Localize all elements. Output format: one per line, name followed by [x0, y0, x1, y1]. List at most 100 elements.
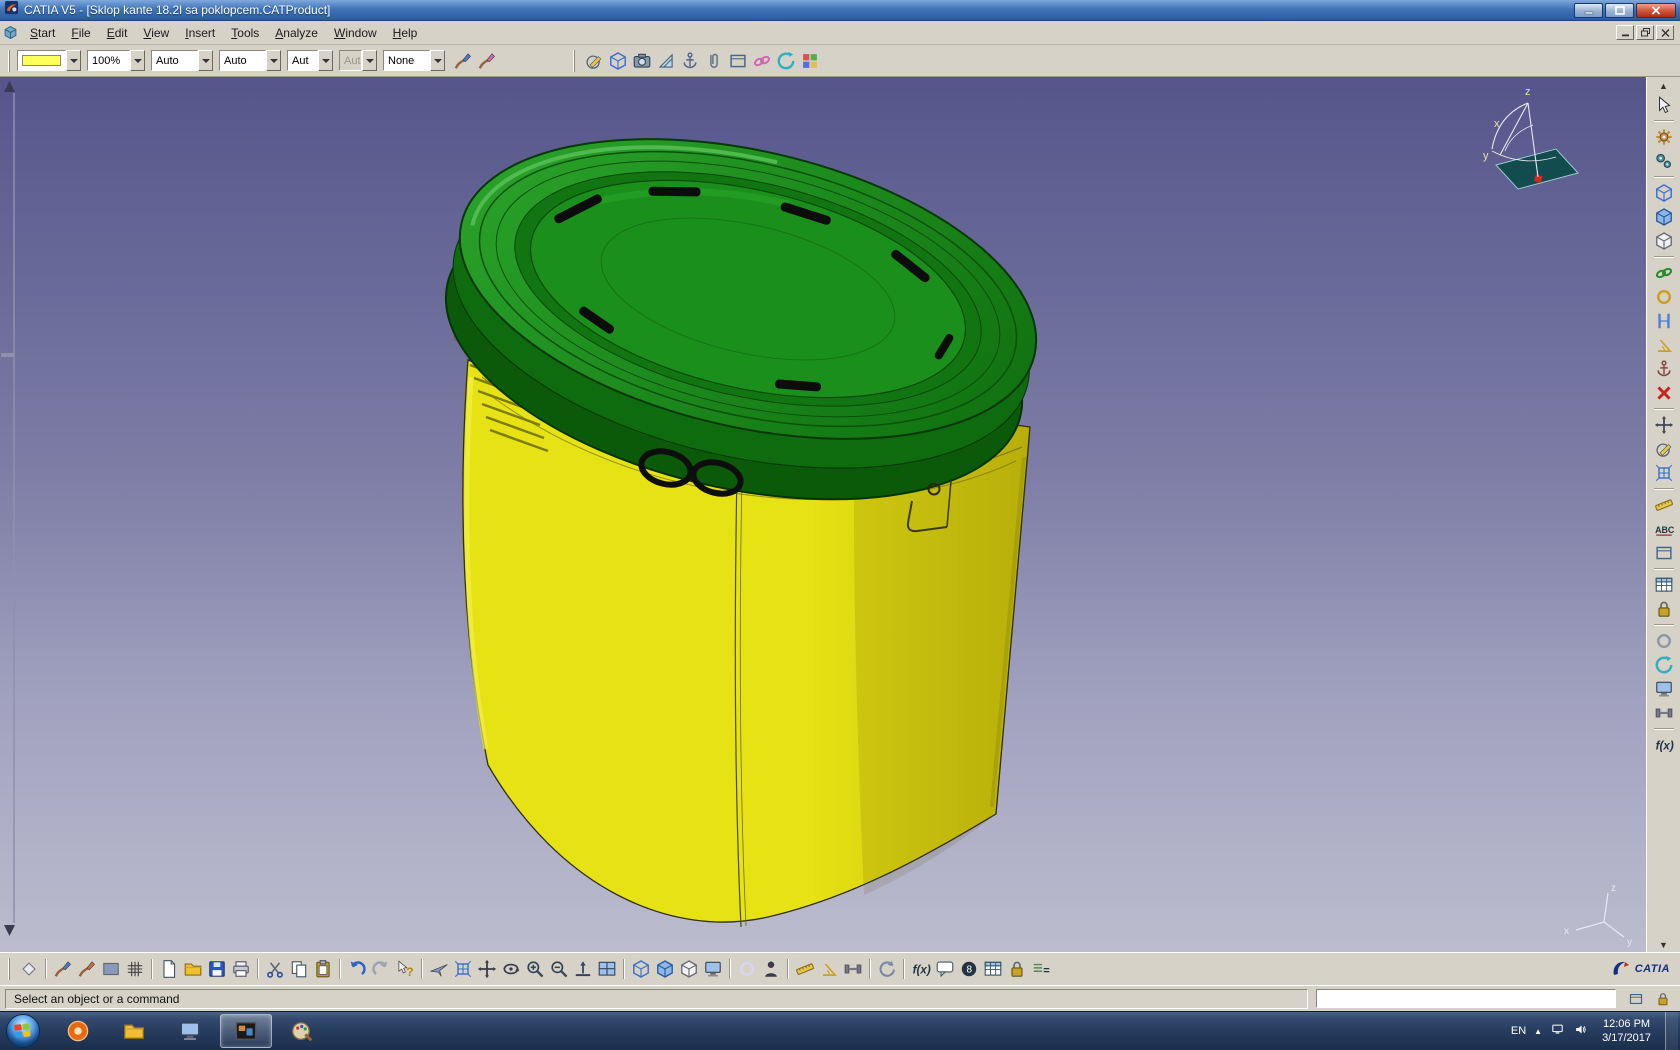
scroll-down-arrow[interactable]	[4, 925, 15, 936]
tray-expand-icon[interactable]: ▲	[1534, 1027, 1542, 1036]
scene-canvas[interactable]: z x y z x y	[0, 77, 1646, 952]
fill-color-combo[interactable]	[17, 50, 81, 71]
shading-icon[interactable]	[653, 957, 677, 981]
taskbar-paint[interactable]	[276, 1014, 328, 1048]
point-symbol-combo[interactable]: Aut	[287, 50, 333, 71]
menu-edit[interactable]: Edit	[99, 23, 136, 43]
anchor-constraint-icon[interactable]	[1652, 357, 1676, 381]
language-indicator[interactable]: EN	[1511, 1025, 1526, 1037]
operator-icon[interactable]	[759, 957, 783, 981]
lock-icon[interactable]	[1651, 987, 1675, 1011]
layer-value[interactable]: None	[383, 50, 430, 71]
contact-constraint-icon[interactable]	[1652, 285, 1676, 309]
fly-icon[interactable]	[427, 957, 451, 981]
point-symbol-value[interactable]: Aut	[287, 50, 318, 71]
taskbar-image-viewer[interactable]	[220, 1014, 272, 1048]
clock[interactable]: 12:06 PM 3/17/2017	[1596, 1017, 1657, 1046]
tree-window-icon[interactable]	[701, 957, 725, 981]
explode-icon[interactable]	[1652, 461, 1676, 485]
link-icon[interactable]	[750, 49, 774, 73]
menu-view[interactable]: View	[135, 23, 177, 43]
rail-scroll-up[interactable]: ▲	[1659, 79, 1668, 93]
tree-window-icon[interactable]	[1652, 677, 1676, 701]
formula-icon[interactable]: f(x)	[909, 957, 933, 981]
graphic-list-icon[interactable]	[99, 957, 123, 981]
existing-component-icon[interactable]	[1652, 229, 1676, 253]
rail-scroll-down[interactable]: ▼	[1659, 938, 1668, 952]
wireframe-icon[interactable]	[629, 957, 653, 981]
menu-tools[interactable]: Tools	[223, 23, 267, 43]
redo-icon[interactable]	[369, 957, 393, 981]
compass[interactable]: z x y	[1483, 86, 1578, 189]
fill-color-dropdown-button[interactable]	[66, 50, 81, 71]
point-symbol-dropdown-button[interactable]	[318, 50, 333, 71]
close-button[interactable]	[1636, 3, 1676, 18]
measure-inertia-icon[interactable]	[841, 957, 865, 981]
fill-color-value[interactable]	[17, 50, 66, 71]
sketch-analysis-icon[interactable]	[582, 49, 606, 73]
workbench-gears-icon[interactable]	[1652, 149, 1676, 173]
scroll-up-arrow[interactable]	[4, 81, 15, 92]
line-weight-dropdown-button[interactable]	[198, 50, 213, 71]
menu-insert[interactable]: Insert	[177, 23, 223, 43]
comment-icon[interactable]	[933, 957, 957, 981]
line-type-dropdown-button[interactable]	[266, 50, 281, 71]
opacity-combo[interactable]: 100%	[87, 50, 145, 71]
taskbar-computer[interactable]	[164, 1014, 216, 1048]
menu-analyze[interactable]: Analyze	[267, 23, 326, 43]
render-mode-combo[interactable]: Aut	[339, 50, 377, 71]
layer-combo[interactable]: None	[383, 50, 445, 71]
print-icon[interactable]	[229, 957, 253, 981]
document-icon[interactable]	[3, 25, 18, 40]
taskbar-explorer[interactable]	[108, 1014, 160, 1048]
undo-icon[interactable]	[345, 957, 369, 981]
hidden-line-icon[interactable]	[677, 957, 701, 981]
design-table-icon[interactable]	[981, 957, 1005, 981]
cut-icon[interactable]	[263, 957, 287, 981]
new-document-icon[interactable]	[157, 957, 181, 981]
isometric-view-icon[interactable]	[606, 49, 630, 73]
menu-window[interactable]: Window	[326, 23, 385, 43]
knowledge-ball-icon[interactable]: 8	[957, 957, 981, 981]
scroll-thumb[interactable]	[1, 353, 14, 357]
rotate-icon[interactable]	[499, 957, 523, 981]
normal-view-icon[interactable]	[571, 957, 595, 981]
hide-show-icon[interactable]	[735, 957, 759, 981]
volume-icon[interactable]	[1573, 1023, 1588, 1039]
render-mode-value[interactable]: Aut	[339, 50, 362, 71]
bucket-model[interactable]	[417, 88, 1066, 927]
delete-constraint-icon[interactable]	[1652, 381, 1676, 405]
zoom-out-icon[interactable]	[547, 957, 571, 981]
product-structure-icon[interactable]	[1652, 181, 1676, 205]
painter-icon[interactable]	[451, 49, 475, 73]
menu-help[interactable]: Help	[385, 23, 426, 43]
wizard-brush-icon[interactable]	[475, 49, 499, 73]
start-button[interactable]	[6, 1014, 40, 1048]
angle-constraint-icon[interactable]	[1652, 333, 1676, 357]
select-icon[interactable]	[1652, 93, 1676, 117]
measure-item-icon[interactable]	[817, 957, 841, 981]
layer-dropdown-button[interactable]	[430, 50, 445, 71]
taskbar-media-player[interactable]	[52, 1014, 104, 1048]
measure-icon[interactable]	[1652, 493, 1676, 517]
open-icon[interactable]	[181, 957, 205, 981]
menu-file[interactable]: File	[63, 23, 98, 43]
frame-icon[interactable]	[726, 49, 750, 73]
component-icon[interactable]	[1652, 205, 1676, 229]
update-icon[interactable]	[1652, 125, 1676, 149]
refresh-icon[interactable]	[875, 957, 899, 981]
line-type-combo[interactable]: Auto	[219, 50, 281, 71]
toolbar-grip[interactable]	[573, 50, 578, 72]
show-desktop-button[interactable]	[1665, 1012, 1678, 1050]
opacity-dropdown-button[interactable]	[130, 50, 145, 71]
catalog-icon[interactable]	[1652, 573, 1676, 597]
grid-icon[interactable]	[123, 957, 147, 981]
manipulate-icon[interactable]	[1652, 413, 1676, 437]
paste-icon[interactable]	[311, 957, 335, 981]
catalog-browser-icon[interactable]	[1005, 957, 1029, 981]
attach-icon[interactable]	[702, 49, 726, 73]
maximize-button[interactable]	[1605, 3, 1634, 18]
offset-constraint-icon[interactable]	[1652, 309, 1676, 333]
knowledge-inspector-icon[interactable]: =	[1029, 957, 1053, 981]
minimize-button[interactable]	[1574, 3, 1603, 18]
